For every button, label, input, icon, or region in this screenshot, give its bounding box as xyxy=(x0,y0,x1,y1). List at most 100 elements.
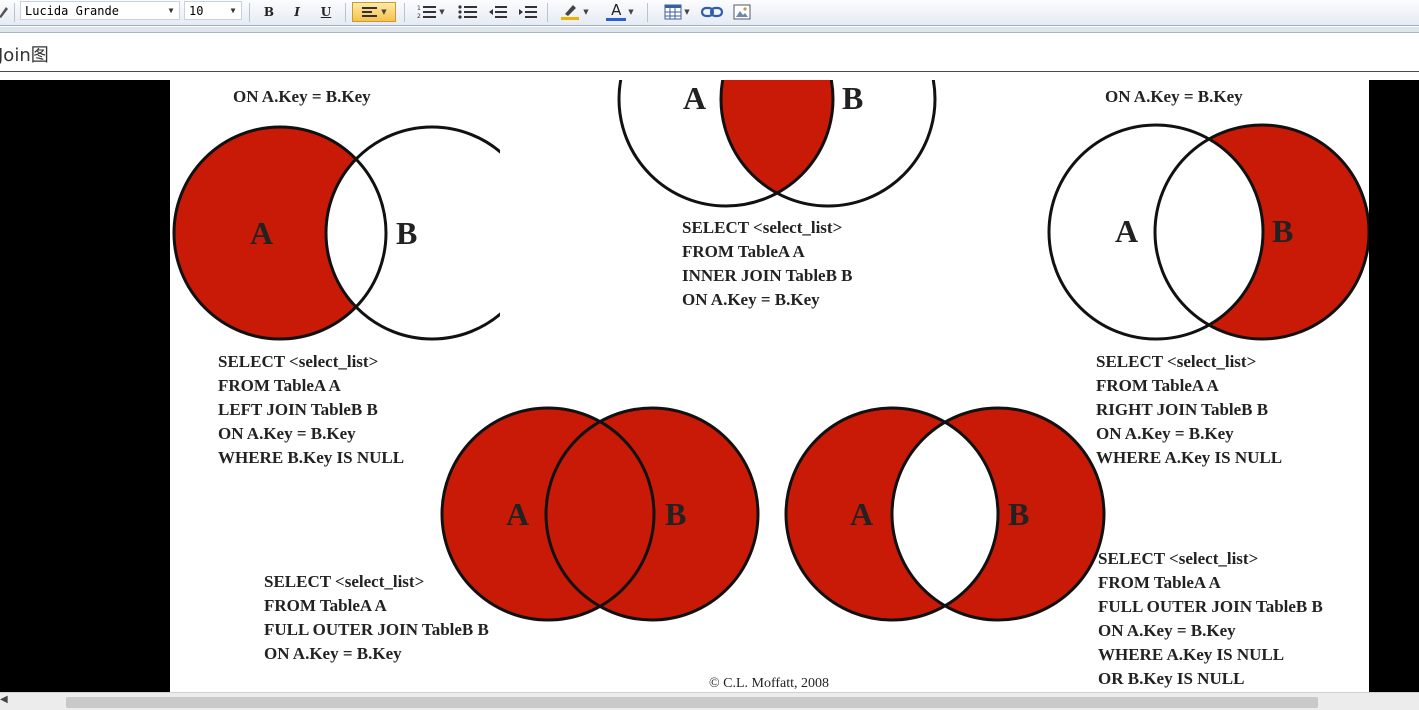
copyright-credit: © C.L. Moffatt, 2008 xyxy=(709,676,830,691)
sql-line: WHERE A.Key IS NULL xyxy=(1096,448,1283,467)
inner-join-sql: SELECT <select_list> FROM TableA A INNER… xyxy=(682,216,853,312)
highlight-icon xyxy=(561,5,580,20)
label-a: A xyxy=(506,496,529,532)
sql-line: FROM TableA A xyxy=(682,242,805,261)
sql-line: RIGHT JOIN TableB B xyxy=(1096,400,1269,419)
toolbar-divider xyxy=(14,3,15,22)
toolbar-divider xyxy=(345,3,346,22)
link-icon xyxy=(701,6,723,18)
embedded-image-area: ON A.Key = B.Key A B SELECT <select_list… xyxy=(0,80,1419,692)
chevron-down-icon: ▼ xyxy=(684,8,690,16)
label-b: B xyxy=(1272,213,1293,249)
full-outer-excluding-join-sql: SELECT <select_list> FROM TableA A FULL … xyxy=(1098,547,1323,691)
label-b: B xyxy=(1008,496,1029,532)
align-left-button[interactable]: ▼ xyxy=(352,2,396,22)
svg-text:1: 1 xyxy=(417,5,421,12)
sql-line: SELECT <select_list> xyxy=(1096,352,1257,371)
note-title[interactable]: Join图 xyxy=(0,41,49,67)
sql-line: WHERE B.Key IS NULL xyxy=(218,448,405,467)
scrollbar-thumb[interactable] xyxy=(66,697,1318,708)
numbered-list-button[interactable]: 12 ▼ xyxy=(412,2,450,22)
sql-line: FROM TableA A xyxy=(264,596,387,615)
bullet-list-button[interactable] xyxy=(456,2,480,22)
top-right-sql-caption: ON A.Key = B.Key xyxy=(1105,85,1243,109)
pen-icon[interactable] xyxy=(0,2,10,22)
intersection-area xyxy=(721,80,833,206)
full-outer-join-sql: SELECT <select_list> FROM TableA A FULL … xyxy=(264,570,489,666)
font-family-select[interactable]: Lucida Grande ▼ xyxy=(20,1,180,20)
outdent-button[interactable] xyxy=(486,2,510,22)
chevron-down-icon[interactable]: ▼ xyxy=(227,2,239,19)
svg-text:2: 2 xyxy=(417,13,421,20)
italic-button[interactable]: I xyxy=(287,2,307,22)
insert-table-button[interactable]: ▼ xyxy=(657,2,697,22)
sql-line: SELECT <select_list> xyxy=(1098,549,1259,568)
top-left-sql-caption: ON A.Key = B.Key xyxy=(233,85,371,109)
font-color-button[interactable]: A ▼ xyxy=(600,2,640,22)
indent-icon xyxy=(519,6,537,18)
sql-line: FROM TableA A xyxy=(1096,376,1219,395)
font-size-value: 10 xyxy=(189,4,204,18)
formatting-toolbar: Lucida Grande ▼ 10 ▼ B I U ▼ 12 ▼ ▼ A ▼ … xyxy=(0,0,1419,26)
sql-line: ON A.Key = B.Key xyxy=(233,87,371,106)
left-excluding-join-venn: A B xyxy=(172,125,500,341)
sql-line: FROM TableA A xyxy=(218,376,341,395)
font-size-select[interactable]: 10 ▼ xyxy=(184,1,242,20)
horizontal-scrollbar[interactable]: ◀ xyxy=(0,692,1419,710)
chevron-down-icon[interactable]: ▼ xyxy=(165,2,177,19)
toolbar-divider xyxy=(404,3,405,22)
bullet-list-icon xyxy=(458,5,477,19)
chevron-down-icon: ▼ xyxy=(439,8,445,16)
image-icon xyxy=(733,4,751,20)
insert-link-button[interactable] xyxy=(700,2,724,22)
sql-line: SELECT <select_list> xyxy=(682,218,843,237)
right-excluding-join-venn: A B xyxy=(1047,123,1369,341)
sql-line: ON A.Key = B.Key xyxy=(1105,87,1243,106)
label-b: B xyxy=(665,496,686,532)
align-left-icon xyxy=(362,7,378,17)
table-icon xyxy=(664,4,682,20)
sql-joins-venn-figure: ON A.Key = B.Key A B SELECT <select_list… xyxy=(170,80,1369,692)
sql-line: WHERE A.Key IS NULL xyxy=(1098,645,1285,664)
underline-button[interactable]: U xyxy=(316,2,336,22)
sql-line: INNER JOIN TableB B xyxy=(682,266,853,285)
sql-line: SELECT <select_list> xyxy=(264,572,425,591)
sql-line: FULL OUTER JOIN TableB B xyxy=(1098,597,1323,616)
sql-line: FROM TableA A xyxy=(1098,573,1221,592)
label-a: A xyxy=(1115,213,1138,249)
font-family-value: Lucida Grande xyxy=(25,4,119,18)
sql-line: ON A.Key = B.Key xyxy=(1096,424,1234,443)
font-color-icon: A xyxy=(606,3,627,21)
numbered-list-icon: 12 xyxy=(417,5,437,20)
label-b: B xyxy=(842,80,863,116)
outdent-icon xyxy=(489,6,507,18)
sql-line: ON A.Key = B.Key xyxy=(682,290,820,309)
sql-line: SELECT <select_list> xyxy=(218,352,379,371)
scroll-left-icon[interactable]: ◀ xyxy=(0,694,8,705)
indent-button[interactable] xyxy=(516,2,540,22)
toolbar-divider xyxy=(249,3,250,22)
toolbar-divider xyxy=(647,3,648,22)
label-b: B xyxy=(396,215,417,251)
full-outer-excluding-join-venn: A B xyxy=(784,406,1106,622)
sql-line: ON A.Key = B.Key xyxy=(1098,621,1236,640)
sql-line: ON A.Key = B.Key xyxy=(218,424,356,443)
chevron-down-icon: ▼ xyxy=(381,8,387,16)
highlight-button[interactable]: ▼ xyxy=(554,2,594,22)
note-title-row[interactable]: Join图 xyxy=(0,33,1419,72)
chevron-down-icon: ▼ xyxy=(628,8,634,16)
toolbar-divider xyxy=(547,3,548,22)
label-a: A xyxy=(683,80,706,116)
sql-line: ON A.Key = B.Key xyxy=(264,644,402,663)
inner-join-venn: A B xyxy=(617,80,937,208)
sql-line: LEFT JOIN TableB B xyxy=(218,400,378,419)
sql-line: FULL OUTER JOIN TableB B xyxy=(264,620,489,639)
label-a: A xyxy=(850,496,873,532)
insert-image-button[interactable] xyxy=(731,2,753,22)
left-excluding-join-sql: SELECT <select_list> FROM TableA A LEFT … xyxy=(218,350,404,470)
sql-line: OR B.Key IS NULL xyxy=(1098,669,1245,688)
right-excluding-join-sql: SELECT <select_list> FROM TableA A RIGHT… xyxy=(1096,350,1282,470)
chevron-down-icon: ▼ xyxy=(583,8,589,16)
label-a: A xyxy=(250,215,273,251)
bold-button[interactable]: B xyxy=(259,2,279,22)
